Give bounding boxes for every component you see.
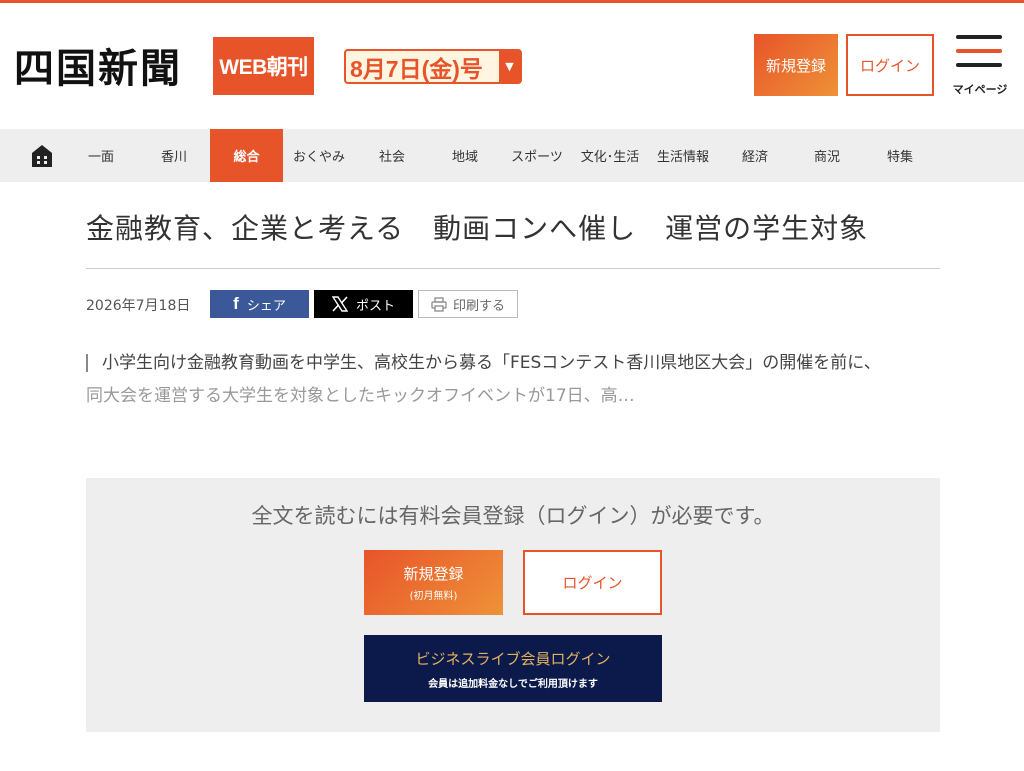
article-lede-line2: 同大会を運営する大学生を対象としたキックオフイベントが17日、高…: [86, 386, 635, 406]
facebook-share-label: シェア: [246, 298, 286, 314]
site-header: 四国新聞 WEB朝刊 8月7日(金)号 ▼ 新規登録 ログイン マイページ: [0, 3, 1024, 129]
home-icon: [32, 144, 52, 167]
paywall-register-label: 新規登録: [403, 565, 464, 583]
nav-item-sports[interactable]: スポーツ: [501, 129, 573, 182]
paywall-login-button[interactable]: ログイン: [523, 550, 662, 615]
article-lede-line1: 小学生向け金融教育動画を中学生、高校生から募る「FESコンテスト香川県地区大会」…: [102, 353, 881, 373]
x-logo-icon: [331, 296, 348, 312]
register-button[interactable]: 新規登録: [754, 34, 838, 96]
x-post-label: ポスト: [355, 298, 395, 314]
login-button[interactable]: ログイン: [846, 34, 934, 96]
site-logo[interactable]: 四国新聞: [14, 43, 182, 95]
mypage-label: マイページ: [952, 83, 1008, 96]
article-title: 金融教育、企業と考える 動画コンへ催し 運営の学生対象: [86, 212, 869, 245]
paywall-box: 全文を読むには有料会員登録（ログイン）が必要です。 新規登録 (初月無料) ログ…: [86, 478, 940, 732]
nav-item-general[interactable]: 総合: [210, 129, 283, 182]
business-live-login-label: ビジネスライブ会員ログイン: [415, 649, 611, 668]
business-live-login-button[interactable]: ビジネスライブ会員ログイン 会員は追加料金なしでご利用頂けます: [364, 635, 662, 702]
business-live-login-sub: 会員は追加料金なしでご利用頂けます: [428, 678, 598, 690]
x-post-button[interactable]: ポスト: [314, 290, 413, 318]
edition-badge: WEB朝刊: [213, 37, 314, 95]
nav-item-obituary[interactable]: おくやみ: [283, 129, 355, 182]
facebook-icon: f: [233, 294, 239, 313]
nav-item-region[interactable]: 地域: [429, 129, 501, 182]
nav-item-feature[interactable]: 特集: [864, 129, 936, 182]
paywall-message: 全文を読むには有料会員登録（ログイン）が必要です。: [251, 504, 775, 528]
nav-item-lifestyle[interactable]: 生活情報: [647, 129, 719, 182]
menu-icon-line: [956, 35, 1002, 39]
nav-item-culture[interactable]: 文化･生活: [573, 129, 647, 182]
issue-date-select[interactable]: 8月7日(金)号 ▼: [344, 49, 522, 84]
menu-icon-line: [956, 49, 1002, 53]
menu-icon-line: [956, 63, 1002, 67]
nav-home[interactable]: [20, 129, 64, 182]
nav-item-society[interactable]: 社会: [356, 129, 428, 182]
paywall-register-button[interactable]: 新規登録 (初月無料): [364, 550, 503, 615]
facebook-share-button[interactable]: f シェア: [210, 290, 309, 318]
issue-date-value: 8月7日(金)号: [350, 55, 483, 82]
lede-quote-bar: [86, 354, 88, 372]
section-nav: 一面 香川 総合 おくやみ 社会 地域 スポーツ 文化･生活 生活情報 経済 商況 特集: [0, 129, 1024, 182]
nav-item-market[interactable]: 商況: [791, 129, 863, 182]
article-date: 2026年7月18日: [86, 298, 191, 314]
nav-item-front[interactable]: 一面: [66, 129, 136, 182]
title-divider: [86, 268, 940, 269]
chevron-down-icon: ▼: [499, 51, 520, 82]
mypage-menu-button[interactable]: マイページ: [950, 35, 1010, 99]
print-button[interactable]: 印刷する: [418, 290, 518, 318]
nav-item-kagawa[interactable]: 香川: [138, 129, 210, 182]
nav-item-economy[interactable]: 経済: [719, 129, 791, 182]
printer-icon: [431, 296, 447, 312]
print-label: 印刷する: [452, 298, 505, 314]
paywall-register-sub: (初月無料): [409, 591, 458, 602]
